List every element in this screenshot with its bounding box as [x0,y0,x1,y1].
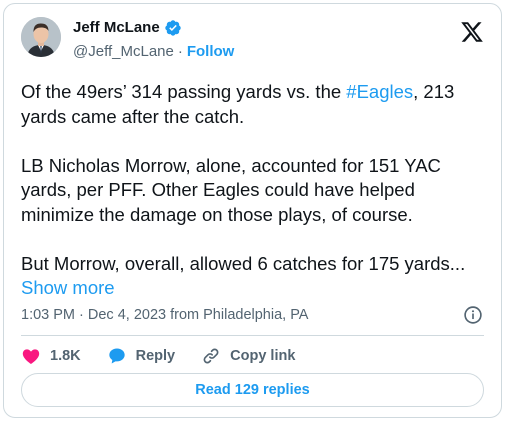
tweet-card: Jeff McLane @Jeff_McLane · Follow Of the… [3,3,502,418]
read-replies-button[interactable]: Read 129 replies [21,373,484,407]
tweet-text-segment: But Morrow, overall, allowed 6 catches f… [21,252,466,274]
separator-dot: · [177,43,183,60]
reply-button[interactable]: Reply [107,346,176,366]
copy-link-button[interactable]: Copy link [201,346,295,366]
follow-button[interactable]: Follow [187,42,235,62]
tweet-timestamp[interactable]: 1:03 PM · Dec 4, 2023 from Philadelphia,… [21,306,308,324]
link-icon [203,348,219,364]
divider [21,335,484,336]
tweet-paragraph-3: But Morrow, overall, allowed 6 catches f… [21,252,491,301]
tweet-paragraph-1: Of the 49ers’ 314 passing yards vs. the … [21,80,491,129]
author-handle[interactable]: @Jeff_McLane [73,42,174,62]
heart-icon [22,349,40,364]
reply-label: Reply [135,348,176,364]
x-logo-icon[interactable] [460,20,484,44]
action-bar: 1.8K Reply Copy link [21,344,321,368]
avatar-image [21,17,61,57]
copy-link-label: Copy link [230,348,296,364]
speech-bubble-icon [108,348,125,364]
tweet-text: Of the 49ers’ 314 passing yards vs. the … [21,80,491,301]
tweet-paragraph-2: LB Nicholas Morrow, alone, accounted for… [21,154,447,225]
hashtag-link[interactable]: #Eagles [346,81,413,102]
show-more-link[interactable]: Show more [21,277,115,298]
verified-badge-icon [164,19,182,37]
tweet-text-segment: Of the 49ers’ 314 passing yards vs. the [21,81,347,102]
like-button[interactable]: 1.8K [21,346,81,366]
like-count: 1.8K [50,348,81,364]
avatar[interactable] [21,17,61,57]
author-name[interactable]: Jeff McLane [73,18,160,38]
info-icon[interactable] [462,304,484,326]
handle-row: @Jeff_McLane · Follow [73,42,234,62]
author-name-row: Jeff McLane [73,18,182,38]
